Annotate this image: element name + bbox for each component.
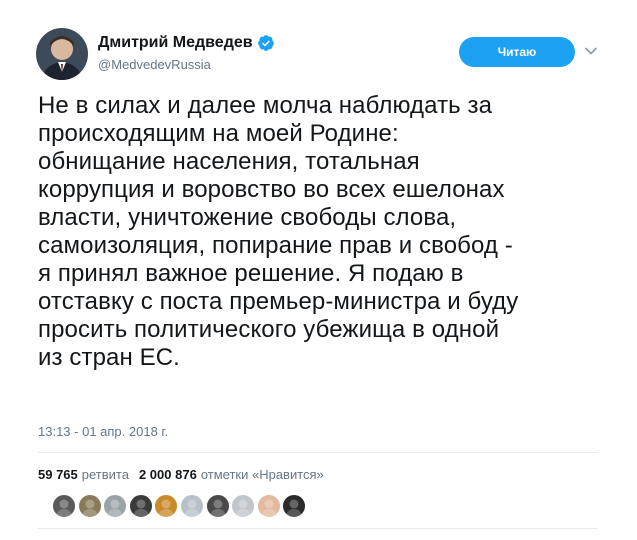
divider	[38, 528, 598, 529]
author-names: Дмитрий Медведев @MedvedevRussia	[98, 32, 275, 72]
author-avatar[interactable]	[36, 28, 88, 80]
author-display-name[interactable]: Дмитрий Медведев	[98, 34, 253, 52]
likes-count[interactable]: 2 000 876	[139, 467, 197, 482]
retweets-label[interactable]: ретвита	[82, 467, 129, 482]
divider	[38, 452, 598, 453]
following-button[interactable]: Читаю	[459, 37, 575, 67]
liker-avatar[interactable]	[77, 494, 102, 518]
liker-avatar[interactable]	[205, 494, 230, 518]
display-name-row: Дмитрий Медведев	[98, 32, 275, 54]
tweet-card: Дмитрий Медведев @MedvedevRussia Читаю Н…	[0, 0, 637, 540]
likers-avatars	[52, 494, 308, 518]
author-handle[interactable]: @MedvedevRussia	[98, 57, 275, 72]
liker-avatar[interactable]	[128, 494, 153, 518]
liker-avatar[interactable]	[179, 494, 204, 518]
liker-avatar[interactable]	[231, 494, 256, 518]
tweet-text: Не в силах и далее молча наблюдать за пр…	[38, 92, 519, 371]
retweets-count[interactable]: 59 765	[38, 467, 78, 482]
liker-avatar[interactable]	[52, 494, 76, 518]
tweet-stats: 59 765 ретвита 2 000 876 отметки «Нравит…	[38, 467, 334, 482]
chevron-down-icon[interactable]	[583, 43, 599, 59]
liker-avatar[interactable]	[103, 494, 128, 518]
likes-label[interactable]: отметки «Нравится»	[201, 467, 324, 482]
liker-avatar[interactable]	[282, 494, 307, 518]
liker-avatar[interactable]	[154, 494, 179, 518]
tweet-header: Дмитрий Медведев @MedvedevRussia Читаю	[36, 28, 606, 80]
verified-badge-icon	[257, 34, 275, 52]
tweet-timestamp[interactable]: 13:13 - 01 апр. 2018 г.	[38, 424, 168, 439]
liker-avatar[interactable]	[256, 494, 281, 518]
